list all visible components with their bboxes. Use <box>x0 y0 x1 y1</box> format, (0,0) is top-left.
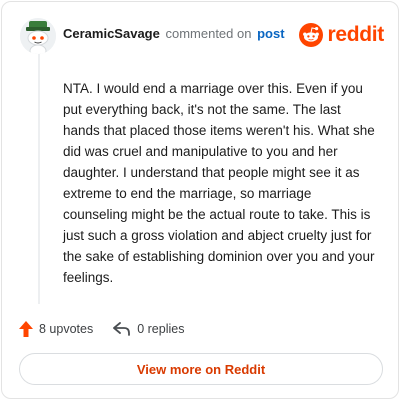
snoo-avatar-icon <box>20 18 56 54</box>
reply-button[interactable]: 0 replies <box>113 322 184 336</box>
reply-arrow-icon <box>113 322 131 336</box>
comment-body: NTA. I would end a marriage over this. E… <box>63 81 375 285</box>
view-more-button[interactable]: View more on Reddit <box>19 353 383 385</box>
reddit-snoo-icon <box>299 23 324 47</box>
comment-meta: CeramicSavage commented on post <box>63 26 285 41</box>
user-avatar[interactable] <box>20 18 56 54</box>
post-link[interactable]: post <box>257 26 284 41</box>
username-link[interactable]: CeramicSavage <box>63 26 160 41</box>
reply-count: 0 replies <box>137 322 185 336</box>
reddit-brand[interactable]: reddit <box>299 21 384 49</box>
upvote-arrow-icon <box>19 321 33 337</box>
upvote-count: 8 upvotes <box>39 322 94 336</box>
reddit-wordmark: reddit <box>327 23 384 46</box>
comment-card: CeramicSavage commented on post reddit N… <box>1 1 399 399</box>
comment-actions: 8 upvotes 0 replies <box>19 318 204 340</box>
thread-line <box>38 54 40 304</box>
comment-header: CeramicSavage commented on post reddit <box>16 16 384 54</box>
upvote-button[interactable]: 8 upvotes <box>19 321 93 337</box>
comment-verb: commented on <box>165 26 252 41</box>
